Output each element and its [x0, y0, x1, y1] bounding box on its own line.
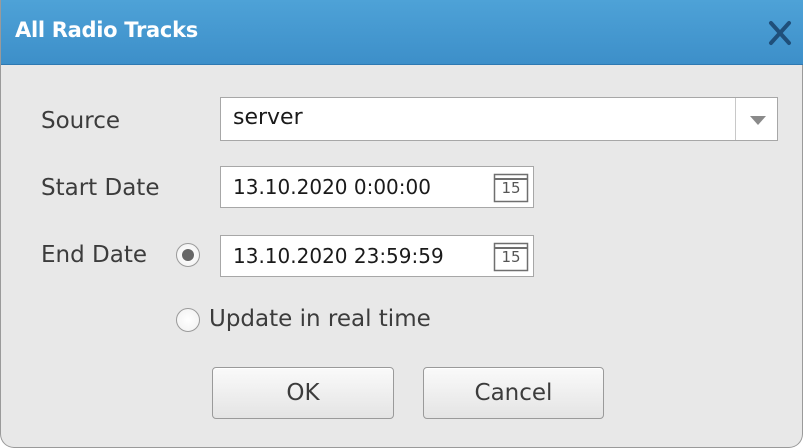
chevron-down-icon	[750, 116, 766, 125]
realtime-label[interactable]: Update in real time	[209, 306, 431, 332]
dialog-title: All Radio Tracks	[15, 18, 198, 42]
realtime-radio[interactable]	[176, 308, 200, 332]
title-bar[interactable]: All Radio Tracks	[1, 0, 803, 65]
end-date-value: 13.10.2020 23:59:59	[233, 244, 444, 268]
calendar-icon[interactable]: 15	[493, 171, 529, 203]
ok-button[interactable]: OK	[212, 367, 394, 419]
start-date-field[interactable]: 13.10.2020 0:00:00 15	[220, 166, 534, 208]
start-date-value: 13.10.2020 0:00:00	[233, 175, 431, 199]
end-date-radio[interactable]	[176, 243, 200, 267]
close-icon[interactable]	[763, 18, 797, 48]
source-label: Source	[41, 108, 120, 134]
calendar-day: 15	[501, 248, 521, 266]
radio-selected-dot	[182, 249, 194, 261]
start-date-label: Start Date	[41, 175, 160, 201]
source-dropdown-button[interactable]	[735, 98, 777, 140]
source-value: server	[233, 105, 303, 130]
end-date-field[interactable]: 13.10.2020 23:59:59 15	[220, 235, 534, 277]
calendar-icon[interactable]: 15	[493, 240, 529, 272]
dialog-window: All Radio Tracks Source server Start Dat…	[0, 0, 803, 448]
calendar-day: 15	[501, 179, 521, 197]
end-date-label: End Date	[41, 242, 147, 268]
source-dropdown[interactable]: server	[220, 97, 778, 141]
cancel-button[interactable]: Cancel	[423, 367, 604, 419]
